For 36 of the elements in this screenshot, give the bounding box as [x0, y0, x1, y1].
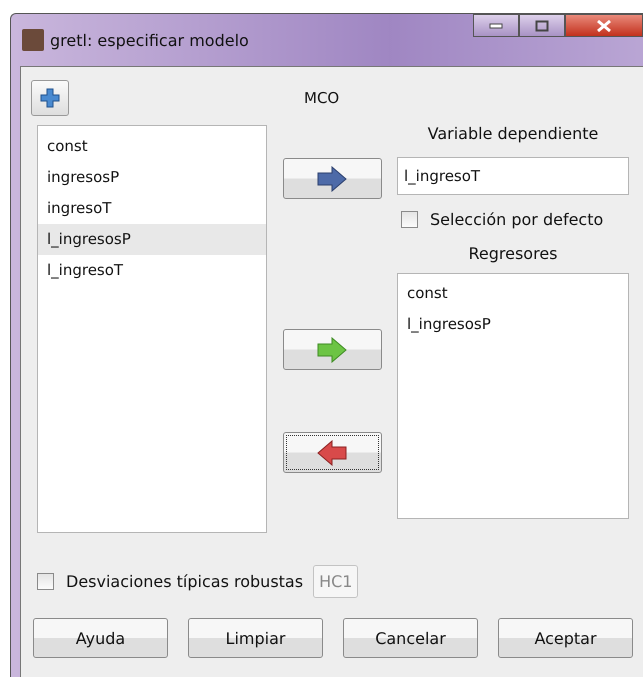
left-arrow-icon	[317, 440, 347, 466]
variable-item[interactable]: ingresosP	[38, 162, 266, 193]
minimize-button[interactable]	[473, 14, 519, 37]
regressor-item[interactable]: l_ingresosP	[398, 309, 628, 340]
arrow-button[interactable]	[282, 158, 382, 199]
variable-item[interactable]: ingresoT	[38, 193, 266, 224]
variable-item[interactable]: l_ingresoT	[38, 255, 266, 286]
arrow-button[interactable]	[282, 432, 382, 473]
regressors-label: Regresores	[468, 244, 558, 265]
checkbox[interactable]	[401, 211, 418, 228]
close-icon	[596, 20, 612, 32]
checkbox[interactable]	[37, 573, 54, 590]
minimize-icon	[489, 22, 503, 28]
dependent-variable-label: Variable dependiente	[426, 124, 600, 145]
add-button[interactable]	[31, 80, 69, 116]
right-arrow-icon	[317, 166, 347, 192]
dependent-variable-field[interactable]: l_ingresoT	[397, 157, 629, 195]
dialog-button[interactable]: Ayuda	[33, 618, 168, 658]
plus-icon	[40, 88, 60, 108]
dialog-button[interactable]: Limpiar	[188, 618, 323, 658]
regressor-item[interactable]: const	[398, 278, 628, 309]
regressor-list[interactable]: const l_ingresosP	[397, 273, 629, 519]
dialog-button[interactable]: Aceptar	[498, 618, 633, 658]
robust-errors-label: Desviaciones típicas robustas	[66, 572, 304, 591]
close-button[interactable]	[565, 14, 643, 37]
variable-list[interactable]: const ingresosP ingresoT l_ingresosP l_ingresoT	[37, 125, 267, 533]
dialog-button[interactable]: Cancelar	[343, 618, 478, 658]
maximize-icon	[535, 20, 549, 32]
maximize-button[interactable]	[519, 14, 565, 37]
variable-item[interactable]: l_ingresosP	[38, 224, 266, 255]
model-label: MCO	[304, 89, 340, 107]
right-arrow-icon	[317, 336, 347, 362]
variable-item[interactable]: const	[38, 131, 266, 162]
app-icon	[22, 29, 44, 51]
default-selection-label: Selección por defecto	[430, 210, 604, 229]
window-title: gretl: especificar modelo	[50, 30, 249, 50]
